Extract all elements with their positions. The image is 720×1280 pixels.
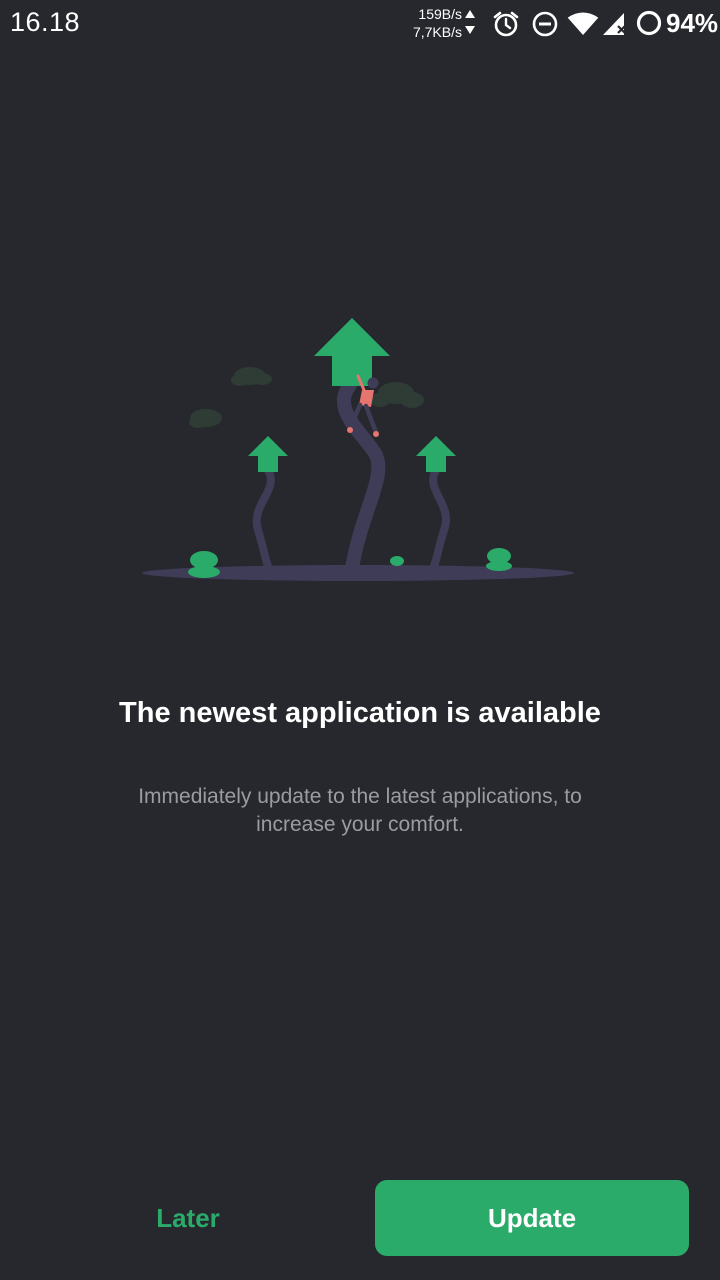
network-download-speed: 7,7KB/s xyxy=(412,24,462,40)
stems xyxy=(252,378,450,575)
later-button[interactable]: Later xyxy=(88,1185,288,1251)
battery-ring-icon xyxy=(636,10,662,36)
network-arrows-icon xyxy=(465,10,475,34)
update-screen: 16.18 159B/s 7,7KB/s 94% The newest appl… xyxy=(0,0,720,1280)
network-speed: 159B/s 7,7KB/s xyxy=(400,5,462,41)
alarm-icon xyxy=(493,11,519,37)
network-upload-speed: 159B/s xyxy=(418,6,462,22)
do-not-disturb-icon xyxy=(532,11,558,37)
update-subtitle: Immediately update to the latest applica… xyxy=(138,785,582,836)
background-foliage xyxy=(189,367,424,428)
status-bar: 16.18 159B/s 7,7KB/s 94% xyxy=(0,0,720,48)
status-time: 16.18 xyxy=(10,7,81,37)
wifi-icon xyxy=(567,12,599,35)
battery-percentage: 94% xyxy=(666,8,719,38)
update-arrows-illustration xyxy=(142,318,574,581)
update-button[interactable]: Update xyxy=(375,1180,689,1256)
cell-signal-icon xyxy=(603,13,626,35)
update-title: The newest application is available xyxy=(119,697,601,729)
